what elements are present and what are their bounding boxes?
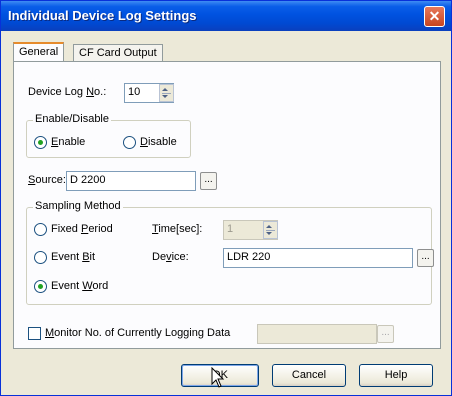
source-value: D 2200 xyxy=(70,174,106,186)
spin-down-icon xyxy=(162,95,168,98)
event-word-radio[interactable] xyxy=(34,280,47,293)
disable-label[interactable]: Disable xyxy=(140,136,177,148)
dialog-window: Individual Device Log Settings ✕ General… xyxy=(0,0,452,396)
close-button[interactable]: ✕ xyxy=(424,6,445,27)
device-log-no-spinner[interactable] xyxy=(159,84,174,102)
window-title: Individual Device Log Settings xyxy=(8,8,197,23)
spin-up-icon xyxy=(162,88,168,91)
source-input[interactable]: D 2200 xyxy=(66,171,196,191)
cancel-button-label: Cancel xyxy=(291,369,327,381)
event-bit-label[interactable]: Event Bit xyxy=(51,251,95,263)
help-button-label: Help xyxy=(384,369,408,381)
enable-disable-group: Enable/Disable Enable Disable xyxy=(26,113,191,158)
fixed-period-label[interactable]: Fixed Period xyxy=(51,223,113,235)
radio-selected-dot xyxy=(38,140,43,145)
tab-general-label: General xyxy=(19,46,59,58)
monitor-label[interactable]: Monitor No. of Currently Logging Data xyxy=(45,327,230,339)
device-log-no-label: Device Log No.: xyxy=(28,86,107,98)
spin-down-icon xyxy=(266,232,272,235)
enable-disable-group-title: Enable/Disable xyxy=(33,113,111,125)
spin-up-icon xyxy=(266,225,272,228)
tab-cf-card-output-label: CF Card Output xyxy=(79,47,157,59)
monitor-input[interactable] xyxy=(257,324,377,344)
tab-panel-general: Device Log No.: 10 Enable/Disable Enable… xyxy=(13,61,441,349)
title-bar[interactable]: Individual Device Log Settings ✕ xyxy=(1,1,451,31)
time-sec-label: Time[sec]: xyxy=(152,223,203,235)
enable-label[interactable]: Enable xyxy=(51,136,85,148)
device-value: LDR 220 xyxy=(227,251,271,263)
fixed-period-radio[interactable] xyxy=(34,223,47,236)
event-word-label[interactable]: Event Word xyxy=(51,280,108,292)
source-label: Source: xyxy=(28,174,66,186)
device-label: Device: xyxy=(152,251,189,263)
event-bit-radio[interactable] xyxy=(34,251,47,264)
device-log-no-value: 10 xyxy=(128,86,141,98)
sampling-method-group-title: Sampling Method xyxy=(33,200,123,212)
source-browse-button[interactable]: ... xyxy=(200,172,217,190)
close-icon: ✕ xyxy=(428,8,441,24)
device-browse-button[interactable]: ... xyxy=(417,249,434,267)
device-input[interactable]: LDR 220 xyxy=(223,248,413,268)
enable-radio[interactable] xyxy=(34,136,47,149)
help-button[interactable]: Help xyxy=(359,364,433,387)
mouse-cursor-icon xyxy=(211,367,225,388)
time-sec-spinner[interactable] xyxy=(263,221,278,239)
cancel-button[interactable]: Cancel xyxy=(272,364,346,387)
disable-radio[interactable] xyxy=(123,136,136,149)
time-sec-value: 1 xyxy=(227,223,234,235)
monitor-browse-button[interactable]: ... xyxy=(377,325,394,343)
sampling-method-group: Sampling Method Fixed Period Time[sec]: … xyxy=(26,200,434,305)
monitor-checkbox[interactable] xyxy=(28,327,41,340)
radio-selected-dot xyxy=(38,284,43,289)
